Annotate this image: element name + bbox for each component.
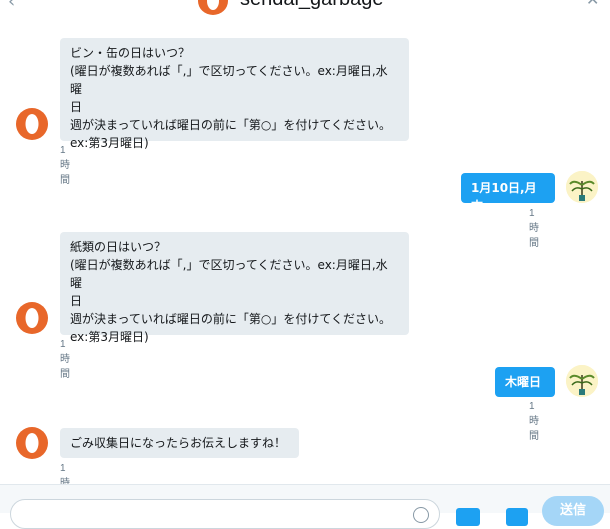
message-timestamp: 1時間 <box>529 401 539 442</box>
message-line: 日 <box>70 100 83 114</box>
message-line: ごみ収集日になったらお伝えしますね！ <box>70 436 287 450</box>
message-line: 紙類の日はいつ？ <box>70 240 167 254</box>
back-button[interactable]: ‹ <box>8 0 28 12</box>
gif-icon[interactable] <box>456 508 480 526</box>
message-line: 日 <box>70 294 83 308</box>
message-text: 木曜日 <box>505 375 542 389</box>
message-line: ex:第3月曜日) <box>70 136 149 150</box>
conversation-header: ‹ sendai_garbage ••• ✕ <box>0 0 610 33</box>
plant-icon <box>566 171 598 203</box>
message-line: 週が決まっていれば曜日の前に「第○」を付けてください。 <box>70 118 392 132</box>
plant-icon <box>566 365 598 397</box>
bot-avatar[interactable] <box>15 301 49 335</box>
bot-avatar-header[interactable] <box>196 0 230 16</box>
message-line: ex:第3月曜日) <box>70 330 149 344</box>
message-line: (曜日が複数あれば「,」で区切ってください。ex:月曜日,水曜 <box>70 64 388 96</box>
message-line: (曜日が複数あれば「,」で区切ってください。ex:月曜日,水曜 <box>70 258 388 290</box>
bot-avatar[interactable] <box>15 426 49 460</box>
message-timestamp: 1時間 <box>60 145 70 186</box>
send-button[interactable]: 送信 <box>542 496 604 526</box>
message-bubble: ビン・缶の日はいつ？ (曜日が複数あれば「,」で区切ってください。ex:月曜日,… <box>60 38 409 150</box>
message-bubble: 紙類の日はいつ？ (曜日が複数あれば「,」で区切ってください。ex:月曜日,水曜… <box>60 232 409 344</box>
more-options-button[interactable]: ••• <box>556 0 584 4</box>
message-bubble: ごみ収集日になったらお伝えしますね！ <box>60 428 299 458</box>
message-thread[interactable]: ビン・缶の日はいつ？ (曜日が複数あれば「,」で区切ってください。ex:月曜日,… <box>0 32 610 504</box>
message-input[interactable] <box>10 499 440 529</box>
close-button[interactable]: ✕ <box>586 0 599 9</box>
message-bubble: 1月10日,月末 <box>461 173 555 213</box>
message-composer: 送信 <box>0 484 610 529</box>
message-timestamp: 1時間 <box>60 339 70 380</box>
message-line: ビン・缶の日はいつ？ <box>70 46 191 60</box>
user-avatar[interactable] <box>566 171 598 203</box>
bot-avatar[interactable] <box>15 107 49 141</box>
message-line: 週が決まっていれば曜日の前に「第○」を付けてください。 <box>70 312 392 326</box>
user-avatar[interactable] <box>566 365 598 397</box>
message-timestamp: 1時間 <box>529 208 539 249</box>
image-icon[interactable] <box>506 508 528 526</box>
conversation-title: sendai_garbage <box>240 0 383 11</box>
emoji-icon[interactable] <box>413 507 429 523</box>
message-text: 1月10日,月末 <box>471 181 537 213</box>
message-bubble: 木曜日 <box>495 367 555 397</box>
